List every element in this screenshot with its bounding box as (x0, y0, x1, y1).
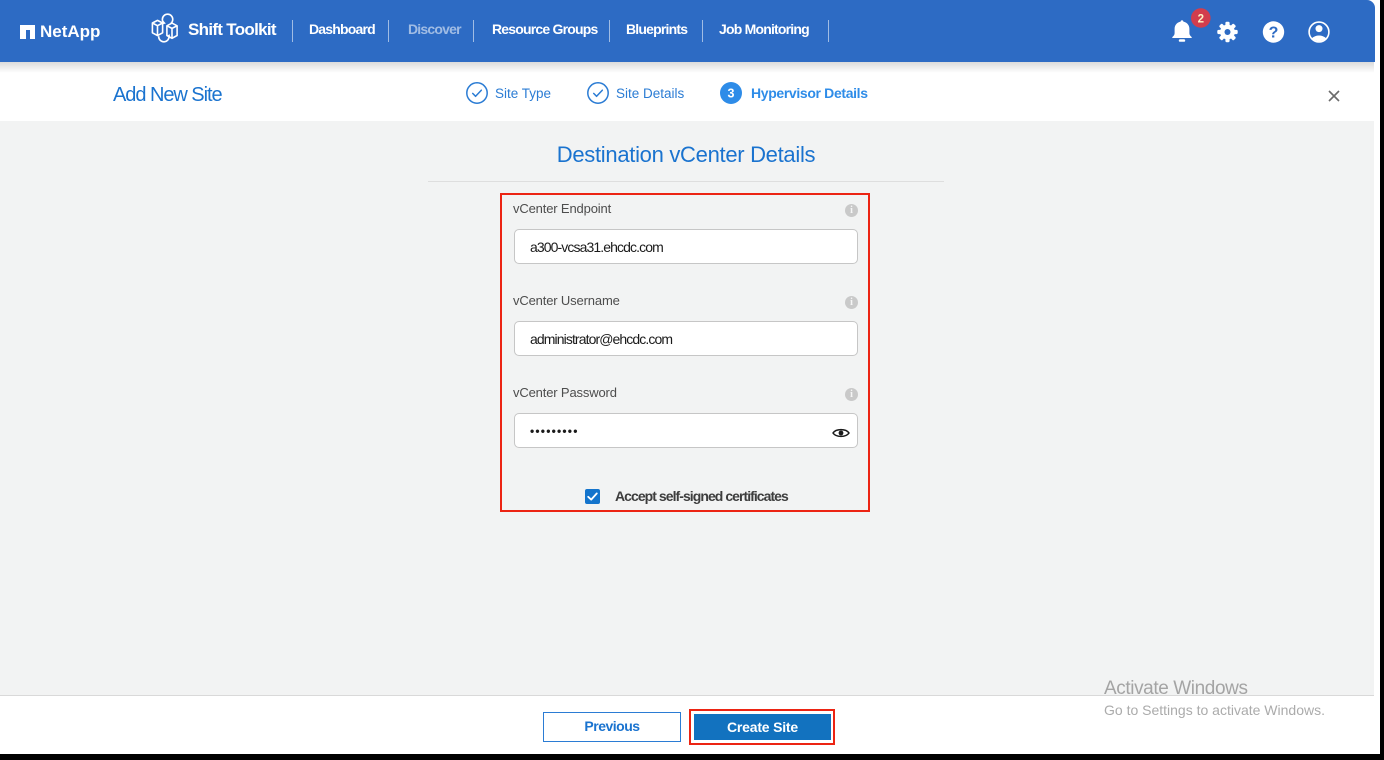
svg-text:?: ? (1269, 25, 1279, 42)
svg-text:2: 2 (1198, 13, 1204, 25)
svg-text:3: 3 (728, 87, 735, 101)
